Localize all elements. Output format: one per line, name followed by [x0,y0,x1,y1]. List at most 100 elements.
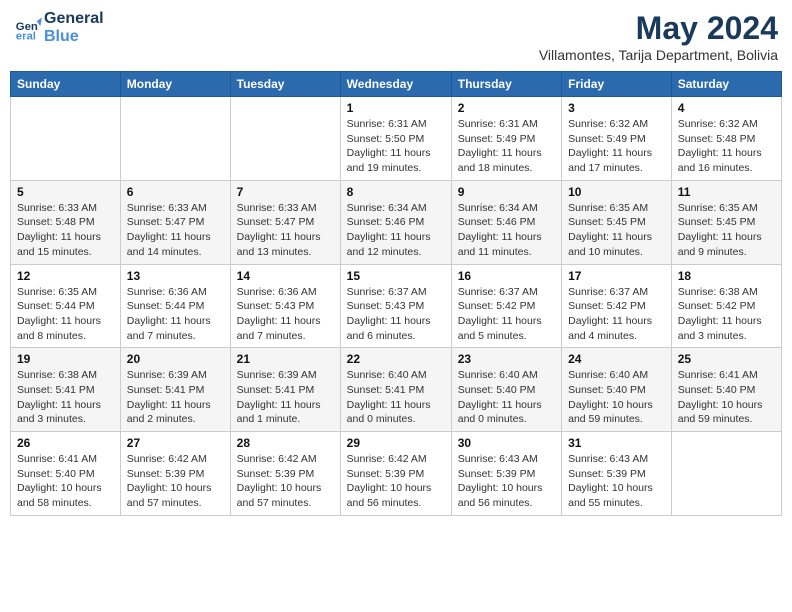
day-info: Sunrise: 6:37 AM Sunset: 5:43 PM Dayligh… [347,285,445,344]
day-number: 12 [17,269,114,283]
calendar-cell: 8 Sunrise: 6:34 AM Sunset: 5:46 PM Daylig… [340,180,451,264]
weekday-header-tuesday: Tuesday [230,72,340,97]
calendar-cell: 14 Sunrise: 6:36 AM Sunset: 5:43 PM Dayli… [230,264,340,348]
calendar-cell: 31 Sunrise: 6:43 AM Sunset: 5:39 PM Dayli… [562,432,672,516]
calendar-cell: 18Sunrise: 6:38 AM Sunset: 5:42 PM Dayli… [671,264,781,348]
day-info: Sunrise: 6:33 AM Sunset: 5:47 PM Dayligh… [237,201,334,260]
logo-icon: Gen eral [14,14,42,42]
day-info: Sunrise: 6:39 AM Sunset: 5:41 PM Dayligh… [127,368,224,427]
week-row-2: 5Sunrise: 6:33 AM Sunset: 5:48 PM Daylig… [11,180,782,264]
page-header: Gen eral General Blue May 2024 Villamont… [10,10,782,63]
location-subtitle: Villamontes, Tarija Department, Bolivia [539,47,778,63]
calendar-cell: 28 Sunrise: 6:42 AM Sunset: 5:39 PM Dayli… [230,432,340,516]
calendar-cell: 2 Sunrise: 6:31 AM Sunset: 5:49 PM Daylig… [451,97,561,181]
calendar-cell [671,432,781,516]
day-number: 27 [127,436,224,450]
day-info: Sunrise: 6:40 AM Sunset: 5:41 PM Dayligh… [347,368,445,427]
day-info: Sunrise: 6:35 AM Sunset: 5:44 PM Dayligh… [17,285,114,344]
calendar-cell: 5Sunrise: 6:33 AM Sunset: 5:48 PM Daylig… [11,180,121,264]
day-info: Sunrise: 6:36 AM Sunset: 5:43 PM Dayligh… [237,285,334,344]
day-info: Sunrise: 6:34 AM Sunset: 5:46 PM Dayligh… [347,201,445,260]
day-number: 20 [127,352,224,366]
svg-text:eral: eral [16,30,36,42]
calendar-cell: 23 Sunrise: 6:40 AM Sunset: 5:40 PM Dayli… [451,348,561,432]
calendar-table: SundayMondayTuesdayWednesdayThursdayFrid… [10,71,782,516]
day-info: Sunrise: 6:43 AM Sunset: 5:39 PM Dayligh… [458,452,555,511]
day-number: 21 [237,352,334,366]
calendar-cell: 24 Sunrise: 6:40 AM Sunset: 5:40 PM Dayli… [562,348,672,432]
calendar-cell: 6Sunrise: 6:33 AM Sunset: 5:47 PM Daylig… [120,180,230,264]
day-info: Sunrise: 6:42 AM Sunset: 5:39 PM Dayligh… [237,452,334,511]
day-info: Sunrise: 6:34 AM Sunset: 5:46 PM Dayligh… [458,201,555,260]
calendar-cell: 25Sunrise: 6:41 AM Sunset: 5:40 PM Dayli… [671,348,781,432]
day-number: 13 [127,269,224,283]
calendar-cell [230,97,340,181]
week-row-3: 12 Sunrise: 6:35 AM Sunset: 5:44 PM Dayli… [11,264,782,348]
day-info: Sunrise: 6:42 AM Sunset: 5:39 PM Dayligh… [127,452,224,511]
day-info: Sunrise: 6:43 AM Sunset: 5:39 PM Dayligh… [568,452,665,511]
day-number: 24 [568,352,665,366]
logo-line2: Blue [44,28,104,46]
calendar-cell [120,97,230,181]
day-number: 8 [347,185,445,199]
day-info: Sunrise: 6:38 AM Sunset: 5:42 PM Dayligh… [678,285,775,344]
month-title: May 2024 [539,10,778,47]
day-number: 23 [458,352,555,366]
day-number: 19 [17,352,114,366]
day-info: Sunrise: 6:37 AM Sunset: 5:42 PM Dayligh… [568,285,665,344]
calendar-cell: 27 Sunrise: 6:42 AM Sunset: 5:39 PM Dayli… [120,432,230,516]
day-info: Sunrise: 6:35 AM Sunset: 5:45 PM Dayligh… [678,201,775,260]
weekday-header-wednesday: Wednesday [340,72,451,97]
day-info: Sunrise: 6:31 AM Sunset: 5:50 PM Dayligh… [347,117,445,176]
calendar-cell: 17 Sunrise: 6:37 AM Sunset: 5:42 PM Dayli… [562,264,672,348]
calendar-cell: 9 Sunrise: 6:34 AM Sunset: 5:46 PM Daylig… [451,180,561,264]
calendar-cell: 22 Sunrise: 6:40 AM Sunset: 5:41 PM Dayli… [340,348,451,432]
day-info: Sunrise: 6:40 AM Sunset: 5:40 PM Dayligh… [458,368,555,427]
weekday-header-thursday: Thursday [451,72,561,97]
day-info: Sunrise: 6:40 AM Sunset: 5:40 PM Dayligh… [568,368,665,427]
day-number: 5 [17,185,114,199]
day-info: Sunrise: 6:31 AM Sunset: 5:49 PM Dayligh… [458,117,555,176]
weekday-header-sunday: Sunday [11,72,121,97]
calendar-cell: 26 Sunrise: 6:41 AM Sunset: 5:40 PM Dayli… [11,432,121,516]
calendar-cell: 7 Sunrise: 6:33 AM Sunset: 5:47 PM Daylig… [230,180,340,264]
day-number: 14 [237,269,334,283]
weekday-header-saturday: Saturday [671,72,781,97]
day-number: 6 [127,185,224,199]
day-number: 16 [458,269,555,283]
day-number: 22 [347,352,445,366]
day-info: Sunrise: 6:36 AM Sunset: 5:44 PM Dayligh… [127,285,224,344]
week-row-5: 26 Sunrise: 6:41 AM Sunset: 5:40 PM Dayli… [11,432,782,516]
day-number: 31 [568,436,665,450]
calendar-cell: 10Sunrise: 6:35 AM Sunset: 5:45 PM Dayli… [562,180,672,264]
weekday-header-monday: Monday [120,72,230,97]
day-info: Sunrise: 6:32 AM Sunset: 5:48 PM Dayligh… [678,117,775,176]
day-number: 26 [17,436,114,450]
calendar-cell [11,97,121,181]
day-number: 17 [568,269,665,283]
day-number: 29 [347,436,445,450]
day-number: 2 [458,101,555,115]
day-number: 9 [458,185,555,199]
calendar-cell: 19Sunrise: 6:38 AM Sunset: 5:41 PM Dayli… [11,348,121,432]
calendar-cell: 30 Sunrise: 6:43 AM Sunset: 5:39 PM Dayli… [451,432,561,516]
day-info: Sunrise: 6:42 AM Sunset: 5:39 PM Dayligh… [347,452,445,511]
calendar-cell: 21Sunrise: 6:39 AM Sunset: 5:41 PM Dayli… [230,348,340,432]
calendar-cell: 1 Sunrise: 6:31 AM Sunset: 5:50 PM Daylig… [340,97,451,181]
logo-line1: General [44,10,104,28]
calendar-cell: 20 Sunrise: 6:39 AM Sunset: 5:41 PM Dayli… [120,348,230,432]
weekday-header-friday: Friday [562,72,672,97]
calendar-cell: 15Sunrise: 6:37 AM Sunset: 5:43 PM Dayli… [340,264,451,348]
calendar-cell: 11Sunrise: 6:35 AM Sunset: 5:45 PM Dayli… [671,180,781,264]
day-number: 30 [458,436,555,450]
day-info: Sunrise: 6:41 AM Sunset: 5:40 PM Dayligh… [17,452,114,511]
weekday-header-row: SundayMondayTuesdayWednesdayThursdayFrid… [11,72,782,97]
logo: Gen eral General Blue [14,10,104,45]
calendar-cell: 29 Sunrise: 6:42 AM Sunset: 5:39 PM Dayli… [340,432,451,516]
day-info: Sunrise: 6:41 AM Sunset: 5:40 PM Dayligh… [678,368,775,427]
day-number: 4 [678,101,775,115]
day-number: 28 [237,436,334,450]
calendar-cell: 12 Sunrise: 6:35 AM Sunset: 5:44 PM Dayli… [11,264,121,348]
day-number: 7 [237,185,334,199]
day-number: 1 [347,101,445,115]
